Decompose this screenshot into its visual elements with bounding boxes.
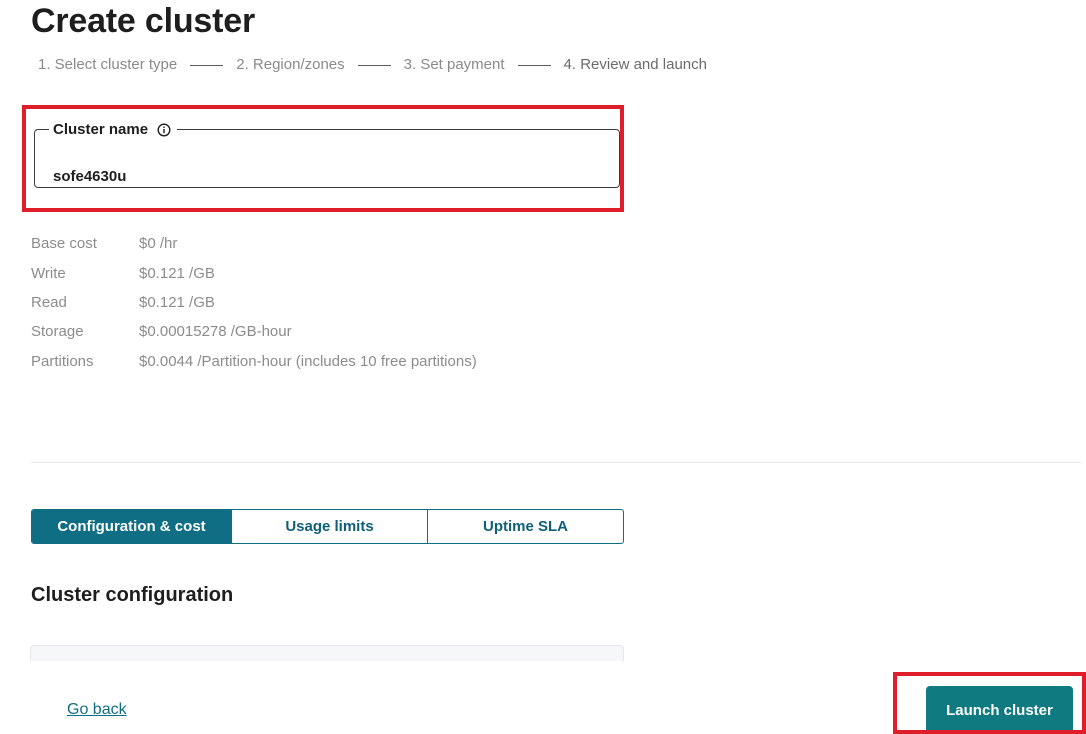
cost-row-read: Read $0.121 /GB — [31, 288, 477, 317]
cost-value: $0.121 /GB — [139, 264, 215, 282]
tab-usage-limits[interactable]: Usage limits — [231, 510, 427, 543]
details-tabs: Configuration & cost Usage limits Uptime… — [31, 509, 624, 544]
cost-row-storage: Storage $0.00015278 /GB-hour — [31, 317, 477, 346]
cost-label: Partitions — [31, 352, 94, 370]
cost-summary: Base cost $0 /hr Write $0.121 /GB Read $… — [31, 229, 477, 376]
tab-configuration-cost[interactable]: Configuration & cost — [32, 510, 231, 543]
step-review-and-launch: 4. Review and launch — [563, 56, 707, 73]
step-connector — [357, 64, 391, 66]
step-connector — [190, 64, 224, 66]
step-connector — [517, 64, 551, 66]
cost-value: $0 /hr — [139, 235, 178, 253]
cost-value: $0.00015278 /GB-hour — [139, 323, 292, 341]
section-divider — [31, 462, 1081, 463]
go-back-link[interactable]: Go back — [67, 700, 127, 720]
tab-uptime-sla[interactable]: Uptime SLA — [427, 510, 623, 543]
cost-label: Storage — [31, 323, 84, 341]
cost-row-write: Write $0.121 /GB — [31, 258, 477, 287]
cost-value: $0.121 /GB — [139, 293, 215, 311]
cost-label: Write — [31, 264, 66, 282]
step-select-cluster-type: 1. Select cluster type — [38, 56, 178, 73]
step-region-zones: 2. Region/zones — [236, 56, 345, 73]
highlight-cluster-name — [22, 105, 624, 212]
cluster-configuration-heading: Cluster configuration — [31, 584, 234, 606]
step-set-payment: 3. Set payment — [403, 56, 505, 73]
wizard-stepper: 1. Select cluster type 2. Region/zones 3… — [38, 55, 707, 75]
cost-value: $0.0044 /Partition-hour (includes 10 fre… — [139, 352, 477, 370]
cost-label: Base cost — [31, 235, 97, 253]
cluster-configuration-panel — [30, 645, 624, 661]
cost-row-partitions: Partitions $0.0044 /Partition-hour (incl… — [31, 347, 477, 376]
page-title: Create cluster — [31, 2, 255, 40]
cost-label: Read — [31, 293, 67, 311]
highlight-launch-cluster — [893, 672, 1086, 734]
cost-row-base: Base cost $0 /hr — [31, 229, 477, 258]
